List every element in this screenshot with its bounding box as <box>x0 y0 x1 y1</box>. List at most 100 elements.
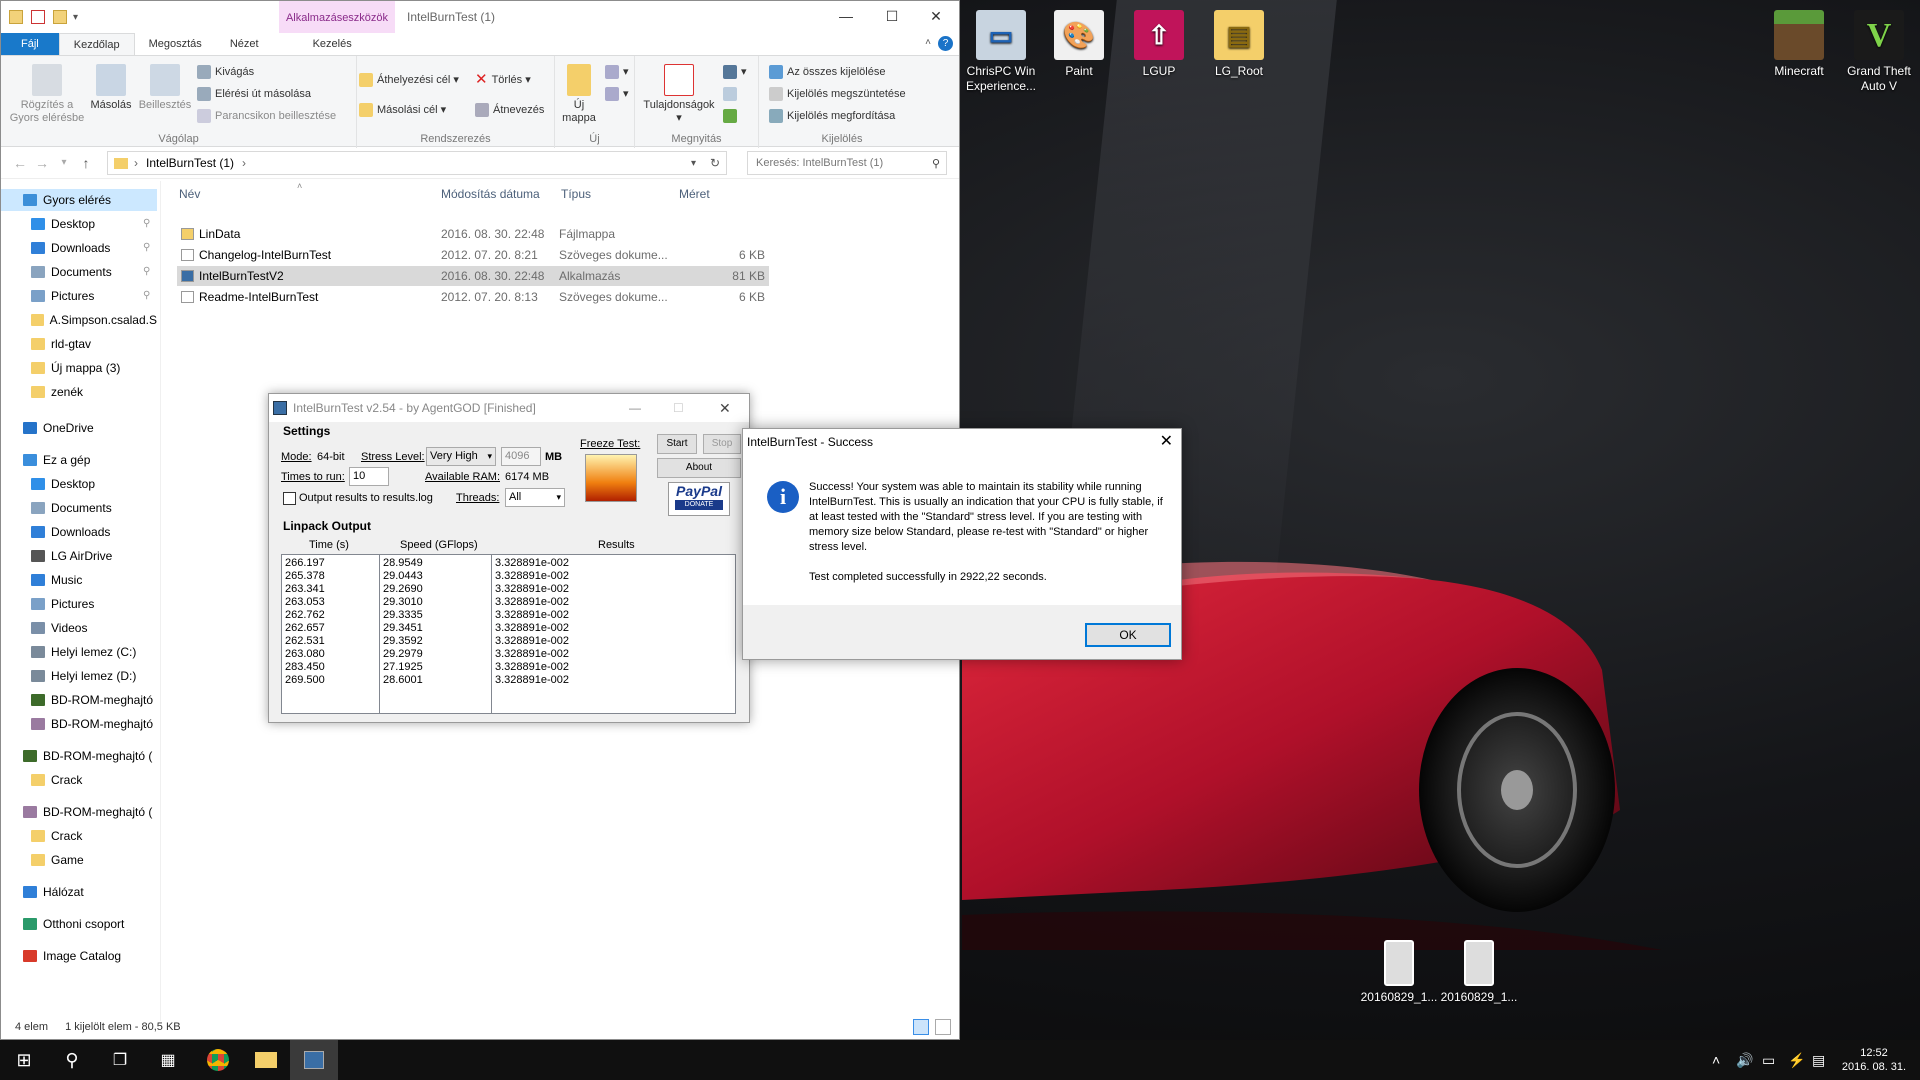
search-input[interactable]: Keresés: IntelBurnTest (1) ⚲ <box>747 151 947 175</box>
lgroot-desktop-icon[interactable]: ▤ LG_Root <box>1196 10 1282 79</box>
search-button[interactable]: ⚲ <box>48 1040 96 1080</box>
chevron-down-icon[interactable]: ▾ <box>73 12 78 23</box>
task-view-button[interactable]: ❐ <box>96 1040 144 1080</box>
address-dropdown-icon[interactable]: ▾ <box>691 158 696 169</box>
easy-access-button[interactable]: ▾ <box>605 84 629 104</box>
nav-item[interactable]: Gyors elérés <box>1 189 157 211</box>
close-button[interactable]: ✕ <box>913 1 959 31</box>
minecraft-desktop-icon[interactable]: Minecraft <box>1756 10 1842 79</box>
invert-selection-button[interactable]: Kijelölés megfordítása <box>769 106 895 126</box>
tab-manage[interactable]: Kezelés <box>299 33 366 55</box>
table-row[interactable]: IntelBurnTestV2 2016. 08. 30. 22:48 Alkalm… <box>177 266 769 286</box>
nav-item[interactable]: Documents ⚲ <box>31 261 157 283</box>
nav-item[interactable]: Downloads <box>31 521 157 543</box>
nav-item[interactable]: Pictures <box>31 593 157 615</box>
open-button[interactable]: ▾ <box>723 62 747 82</box>
recent-chevron-icon[interactable]: ▾ <box>53 157 75 168</box>
select-none-button[interactable]: Kijelölés megszüntetése <box>769 84 906 104</box>
large-icons-view-icon[interactable] <box>935 1019 951 1035</box>
table-row[interactable]: LinData 2016. 08. 30. 22:48 Fájlmappa <box>177 224 769 244</box>
paste-button[interactable]: Beillesztés <box>137 64 193 112</box>
table-row[interactable]: Changelog-IntelBurnTest 2012. 07. 20. 8:2… <box>177 245 769 265</box>
nav-item[interactable]: OneDrive <box>23 417 157 439</box>
photo-desktop-icon[interactable]: 20160829_1... <box>1436 940 1522 1005</box>
nav-item[interactable]: BD-ROM-meghajtó ( <box>23 801 157 823</box>
tab-file[interactable]: Fájl <box>1 33 59 55</box>
new-folder-button[interactable]: Új mappa <box>557 64 601 125</box>
tab-home[interactable]: Kezdőlap <box>58 33 135 55</box>
photo-desktop-icon[interactable]: 20160829_1... <box>1356 940 1442 1005</box>
nav-item[interactable]: A.Simpson.csalad.S <box>31 309 157 331</box>
table-row[interactable]: Readme-IntelBurnTest 2012. 07. 20. 8:13 Sz… <box>177 287 769 307</box>
stop-button[interactable]: Stop <box>703 434 741 454</box>
volume-icon[interactable]: 🔊 <box>1736 1040 1753 1080</box>
copy-button[interactable]: Másolás <box>87 64 135 112</box>
chevron-up-icon[interactable]: ˄ <box>925 37 931 48</box>
breadcrumb[interactable]: IntelBurnTest (1) <box>146 156 234 170</box>
explorer-taskbar-icon[interactable] <box>242 1040 290 1080</box>
chrome-taskbar-icon[interactable] <box>194 1040 242 1080</box>
nav-item[interactable]: BD-ROM-meghajtó ( <box>23 745 157 767</box>
paypal-donate-button[interactable]: PayPal DONATE <box>668 482 730 516</box>
rename-button[interactable]: Átnevezés <box>475 100 544 120</box>
paint-desktop-icon[interactable]: 🎨 Paint <box>1036 10 1122 79</box>
column-name[interactable]: Név <box>179 187 200 201</box>
history-button[interactable] <box>723 106 741 126</box>
nav-item[interactable]: Image Catalog <box>23 945 157 967</box>
nav-item[interactable]: zenék <box>31 381 157 403</box>
cut-button[interactable]: Kivágás <box>197 62 254 82</box>
maximize-button[interactable]: ☐ <box>869 1 915 31</box>
intelburntest-taskbar-icon[interactable] <box>290 1040 338 1080</box>
copy-path-button[interactable]: Elérési út másolása <box>197 84 311 104</box>
nav-item[interactable]: Crack <box>31 825 157 847</box>
lgup-desktop-icon[interactable]: ⇧ LGUP <box>1116 10 1202 79</box>
address-box[interactable]: › IntelBurnTest (1) › ▾ ↻ <box>107 151 727 175</box>
nav-item[interactable]: Otthoni csoport <box>23 913 157 935</box>
close-button[interactable]: ✕ <box>1160 431 1173 451</box>
close-button[interactable]: ✕ <box>719 394 731 422</box>
details-view-icon[interactable] <box>913 1019 929 1035</box>
select-all-button[interactable]: Az összes kijelölése <box>769 62 885 82</box>
nav-item[interactable]: LG AirDrive <box>31 545 157 567</box>
refresh-icon[interactable]: ↻ <box>710 156 720 170</box>
breadcrumb-separator-icon[interactable]: › <box>134 156 138 170</box>
fire-icon[interactable] <box>585 454 637 502</box>
calculator-taskbar-icon[interactable]: ▦ <box>144 1040 192 1080</box>
new-item-button[interactable]: ▾ <box>605 62 629 82</box>
start-button[interactable]: ⊞ <box>0 1040 48 1080</box>
copy-to-button[interactable]: Másolási cél ▾ <box>359 100 446 120</box>
paste-shortcut-button[interactable]: Parancsikon beillesztése <box>197 106 336 126</box>
minimize-button[interactable]: — <box>823 1 869 31</box>
tab-share[interactable]: Megosztás <box>135 33 216 55</box>
nav-item[interactable]: Videos <box>31 617 157 639</box>
column-type[interactable]: Típus <box>561 187 591 201</box>
edit-button[interactable] <box>723 84 741 104</box>
delete-button[interactable]: ✕ Törlés ▾ <box>475 70 531 90</box>
column-size[interactable]: Méret <box>679 187 710 201</box>
nav-item[interactable]: Desktop <box>31 473 157 495</box>
maximize-button[interactable]: ☐ <box>673 394 684 422</box>
nav-item[interactable]: Pictures ⚲ <box>31 285 157 307</box>
properties-icon[interactable] <box>31 10 45 24</box>
nav-item[interactable]: Music <box>31 569 157 591</box>
nav-item[interactable]: Desktop ⚲ <box>31 213 157 235</box>
nav-item[interactable]: Hálózat <box>23 881 157 903</box>
memory-input[interactable]: 4096 <box>501 447 541 466</box>
times-to-run-input[interactable]: 10 <box>349 467 389 486</box>
about-button[interactable]: About <box>657 458 741 478</box>
up-arrow-icon[interactable]: ↑ <box>75 155 97 171</box>
linpack-output-table[interactable]: 266.197 265.378 263.341 263.053 262.762 262.6… <box>281 554 736 714</box>
nav-item[interactable]: Helyi lemez (C:) <box>31 641 157 663</box>
notifications-icon[interactable]: ▤ <box>1812 1040 1825 1080</box>
new-folder-icon[interactable] <box>53 10 67 24</box>
log-checkbox[interactable] <box>283 492 296 505</box>
threads-select[interactable]: All ▾ <box>505 488 565 507</box>
nav-item[interactable]: BD-ROM-meghajtó <box>31 689 157 711</box>
breadcrumb-separator-icon[interactable]: › <box>242 156 246 170</box>
nav-item[interactable]: Ez a gép <box>23 449 157 471</box>
pin-button[interactable]: Rögzítés a Gyors elérésbe <box>9 64 85 125</box>
power-icon[interactable]: ⚡ <box>1788 1040 1805 1080</box>
nav-item[interactable]: Downloads ⚲ <box>31 237 157 259</box>
ok-button[interactable]: OK <box>1085 623 1171 647</box>
move-to-button[interactable]: Áthelyezési cél ▾ <box>359 70 459 90</box>
